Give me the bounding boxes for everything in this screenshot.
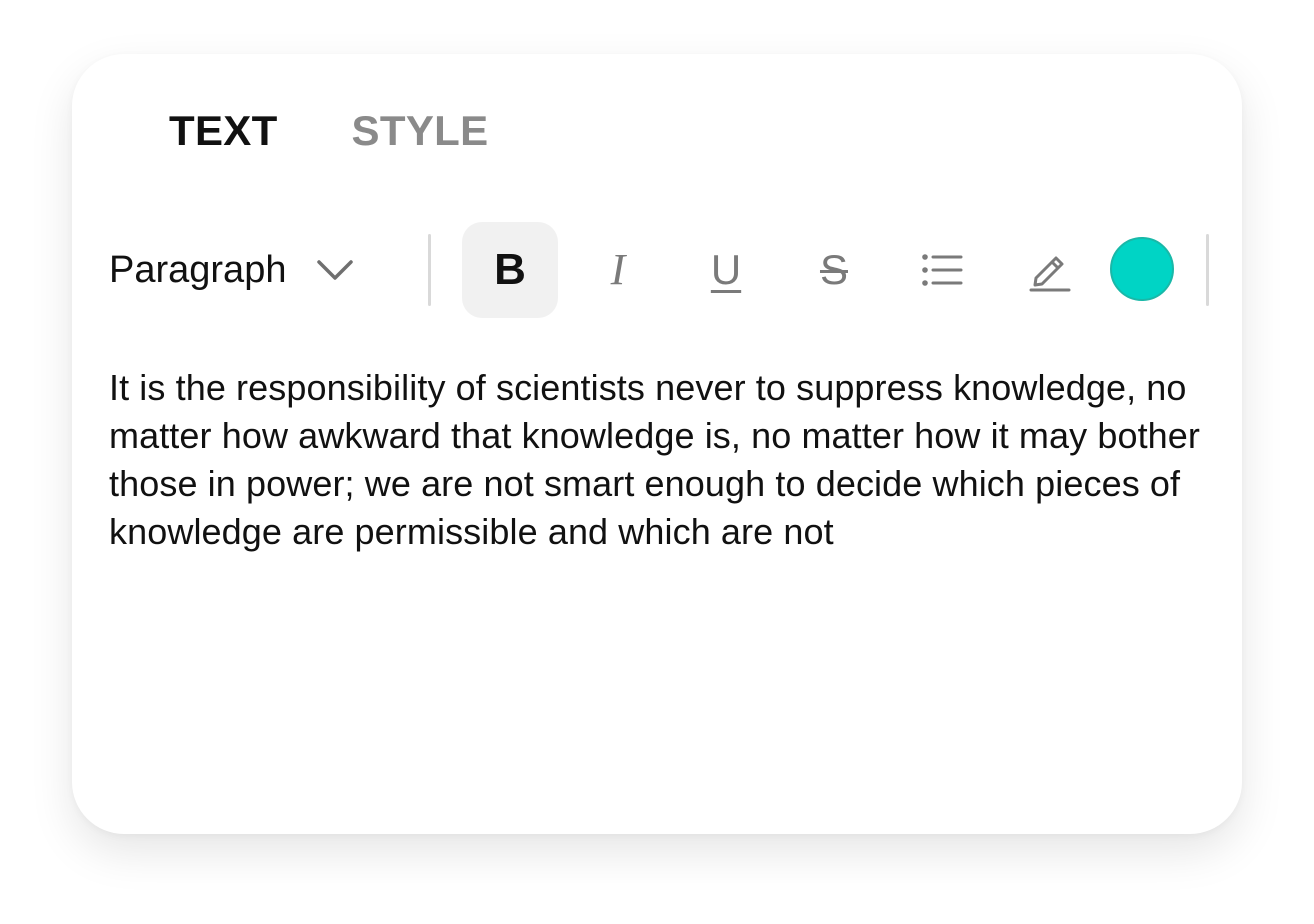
formatting-toolbar: Paragraph B I U S <box>72 222 1242 318</box>
highlight-button[interactable] <box>1002 222 1098 318</box>
toolbar-divider-end <box>1206 234 1209 306</box>
toolbar-divider <box>428 234 431 306</box>
editor-content[interactable]: It is the responsibility of scientists n… <box>109 364 1219 556</box>
bulleted-list-button[interactable] <box>894 222 990 318</box>
tab-text[interactable]: TEXT <box>169 106 278 156</box>
chevron-down-icon <box>317 260 354 280</box>
underline-button[interactable]: U <box>678 222 774 318</box>
bold-icon: B <box>494 245 526 294</box>
strikethrough-button[interactable]: S <box>786 222 882 318</box>
tab-bar: TEXT STYLE <box>169 106 488 156</box>
tab-style[interactable]: STYLE <box>352 106 489 156</box>
text-editor-card: TEXT STYLE Paragraph B I U S It is the r… <box>72 54 1242 834</box>
bold-button[interactable]: B <box>462 222 558 318</box>
block-type-dropdown[interactable]: Paragraph <box>109 242 354 298</box>
strikethrough-icon: S <box>819 246 848 293</box>
block-type-label: Paragraph <box>109 248 287 291</box>
italic-button[interactable]: I <box>570 222 666 318</box>
underline-icon: U <box>710 246 742 293</box>
italic-icon: I <box>610 245 626 294</box>
bulleted-list-icon <box>922 254 963 286</box>
pencil-highlight-icon <box>1029 256 1071 292</box>
text-color-swatch[interactable] <box>1110 237 1174 301</box>
